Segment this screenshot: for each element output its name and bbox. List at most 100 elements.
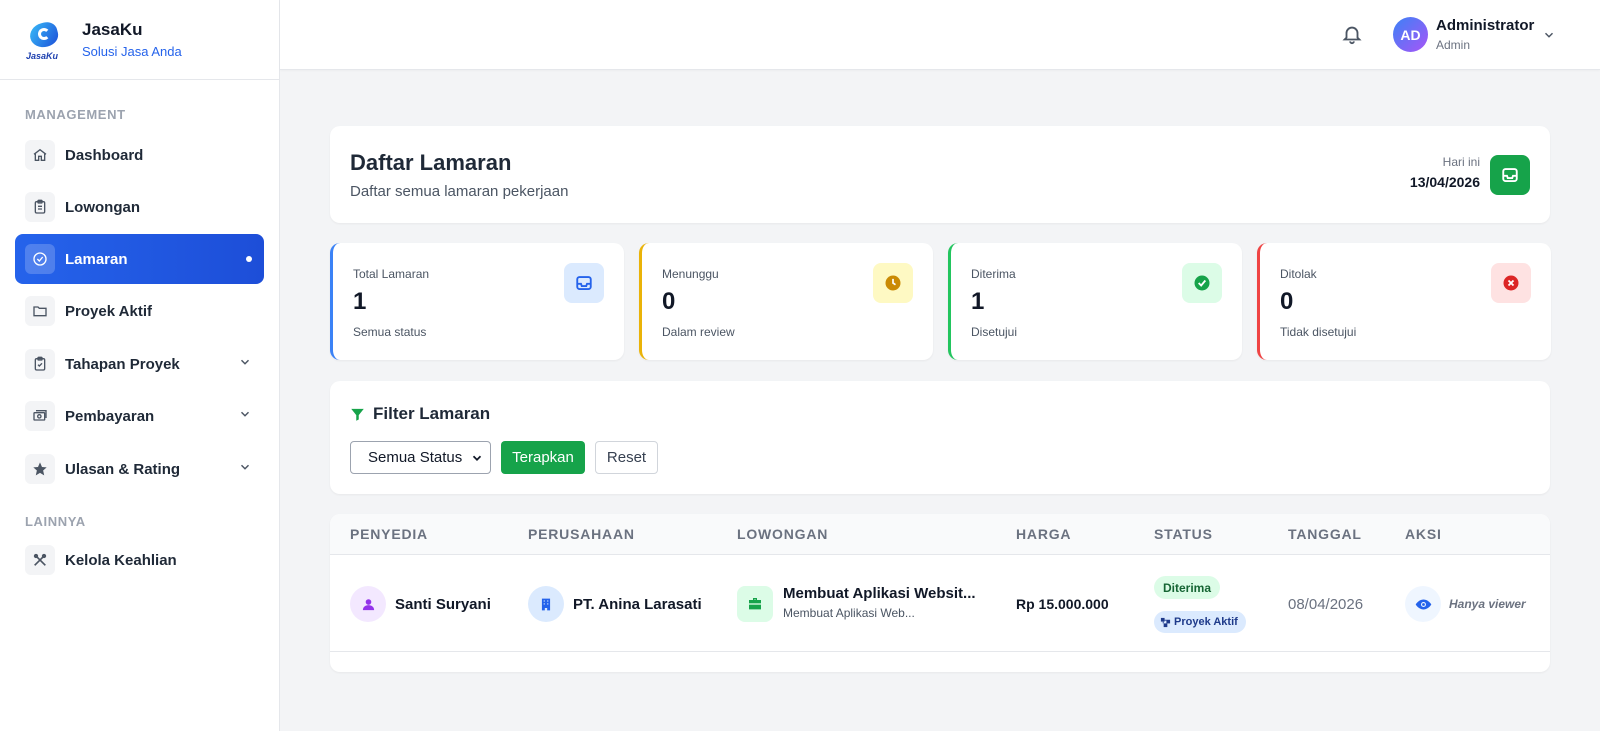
stat-value: 0 [662,288,676,315]
status-badge: Diterima [1154,576,1221,599]
sidebar-item-lamaran[interactable]: Lamaran [15,234,264,284]
sidebar-item-label: Ulasan & Rating [65,460,181,478]
inbox-icon [564,263,604,303]
column-header: AKSI [1405,526,1442,542]
status-select-value: Semua Status [368,449,463,466]
stat-card-accepted: Diterima 1 Disetujui [948,243,1242,360]
viewer-only-text: Hanya viewer [1449,597,1526,611]
stat-sub: Semua status [353,325,427,339]
stat-sub: Tidak disetujui [1280,325,1357,339]
sidebar-item-lowongan[interactable]: Lowongan [15,182,264,232]
filter-title: Filter Lamaran [350,404,490,424]
page-title: Daftar Lamaran [350,150,512,175]
reset-button[interactable]: Reset [595,441,658,474]
user-role: Admin [1436,38,1471,52]
sidebar-item-label: Kelola Keahlian [65,551,177,569]
stat-value: 0 [1280,288,1294,315]
project-badge: Proyek Aktif [1154,611,1246,633]
stat-value: 1 [353,288,367,315]
stat-label: Menunggu [662,267,719,281]
applications-table: PENYEDIA PERUSAHAAN LOWONGAN HARGA STATU… [330,514,1550,672]
sidebar-item-label: Pembayaran [65,407,155,425]
company-name: PT. Anina Larasati [573,596,702,613]
chevron-down-icon [238,355,252,374]
column-header: PENYEDIA [350,526,428,542]
briefcase-icon [737,586,773,622]
project-badge-label: Proyek Aktif [1174,616,1238,628]
sidebar-item-label: Dashboard [65,146,144,164]
sidebar-item-label: Proyek Aktif [65,302,152,320]
money-icon [25,401,55,431]
check-circle-icon [1182,263,1222,303]
column-header: HARGA [1016,526,1072,542]
application-date: 08/04/2026 [1288,596,1364,613]
star-icon [25,454,55,484]
price: Rp 15.000.000 [1016,596,1109,612]
page-subtitle: Daftar semua lamaran pekerjaan [350,183,569,200]
filter-icon [351,408,364,421]
section-management-title: MANAGEMENT [25,107,126,122]
stat-label: Total Lamaran [353,267,430,281]
column-header: STATUS [1154,526,1213,542]
table-row: Santi Suryani PT. Anina Larasati Membuat… [330,555,1550,652]
folder-icon [25,296,55,326]
stat-sub: Disetujui [971,325,1018,339]
inbox-icon [1490,155,1530,195]
stat-card-total: Total Lamaran 1 Semua status [330,243,624,360]
clipboard-icon [25,192,55,222]
user-icon [350,586,386,622]
stat-label: Diterima [971,267,1016,281]
x-circle-icon [1491,263,1531,303]
project-diagram-icon [1160,617,1171,627]
chevron-down-icon[interactable] [1542,28,1556,47]
filter-card: Filter Lamaran Semua Status Terapkan Res… [330,381,1550,494]
sidebar-item-proyek-aktif[interactable]: Proyek Aktif [15,286,264,336]
sidebar-item-dashboard[interactable]: Dashboard [15,130,264,180]
chevron-down-icon [238,460,252,479]
sidebar-item-label: Tahapan Proyek [65,355,180,373]
section-other-title: LAINNYA [25,514,86,529]
top-header: AD Administrator Admin [280,0,1600,70]
apply-button[interactable]: Terapkan [501,441,585,474]
brand-tagline: Solusi Jasa Anda [82,44,182,59]
stat-card-rejected: Ditolak 0 Tidak disetujui [1257,243,1551,360]
clock-icon [873,263,913,303]
table-header: PENYEDIA PERUSAHAAN LOWONGAN HARGA STATU… [330,514,1550,555]
filter-title-text: Filter Lamaran [373,404,491,423]
column-header: TANGGAL [1288,526,1362,542]
bell-icon[interactable] [1341,23,1363,50]
page-title-card: Daftar Lamaran Daftar semua lamaran peke… [330,126,1550,223]
avatar[interactable]: AD [1393,17,1428,52]
sidebar-item-tahapan-proyek[interactable]: Tahapan Proyek [15,339,264,389]
sidebar-item-label: Lowongan [65,198,140,216]
sidebar-item-ulasan-rating[interactable]: Ulasan & Rating [15,444,264,494]
job-title[interactable]: Membuat Aplikasi Websit... [783,585,976,602]
tools-icon [25,545,55,575]
brand-name: JasaKu [82,20,143,39]
column-header: LOWONGAN [737,526,829,542]
home-icon [25,140,55,170]
building-icon [528,586,564,622]
job-subtitle: Membuat Aplikasi Web... [783,606,915,620]
clipboard-check-icon [25,349,55,379]
stat-card-pending: Menunggu 0 Dalam review [639,243,933,360]
jasaku-logo: JasaKu [26,19,64,61]
today-date: 13/04/2026 [1409,174,1480,190]
status-select[interactable]: Semua Status [350,441,491,474]
column-header: PERUSAHAAN [528,526,635,542]
provider-name: Santi Suryani [395,596,491,613]
stat-value: 1 [971,288,985,315]
stat-label: Ditolak [1280,267,1317,281]
stat-sub: Dalam review [662,325,735,339]
chevron-down-icon [470,451,484,469]
chevron-down-icon [238,407,252,426]
active-indicator-dot [246,256,252,262]
sidebar-item-kelola-keahlian[interactable]: Kelola Keahlian [15,535,264,585]
brand[interactable]: JasaKu JasaKu Solusi Jasa Anda [0,0,279,80]
eye-icon[interactable] [1405,586,1441,622]
sidebar-item-pembayaran[interactable]: Pembayaran [15,391,264,441]
check-circle-icon [25,244,55,274]
today-label: Hari ini [1442,155,1480,169]
user-name[interactable]: Administrator [1436,17,1534,34]
sidebar: JasaKu JasaKu Solusi Jasa Anda MANAGEMEN… [0,0,280,731]
